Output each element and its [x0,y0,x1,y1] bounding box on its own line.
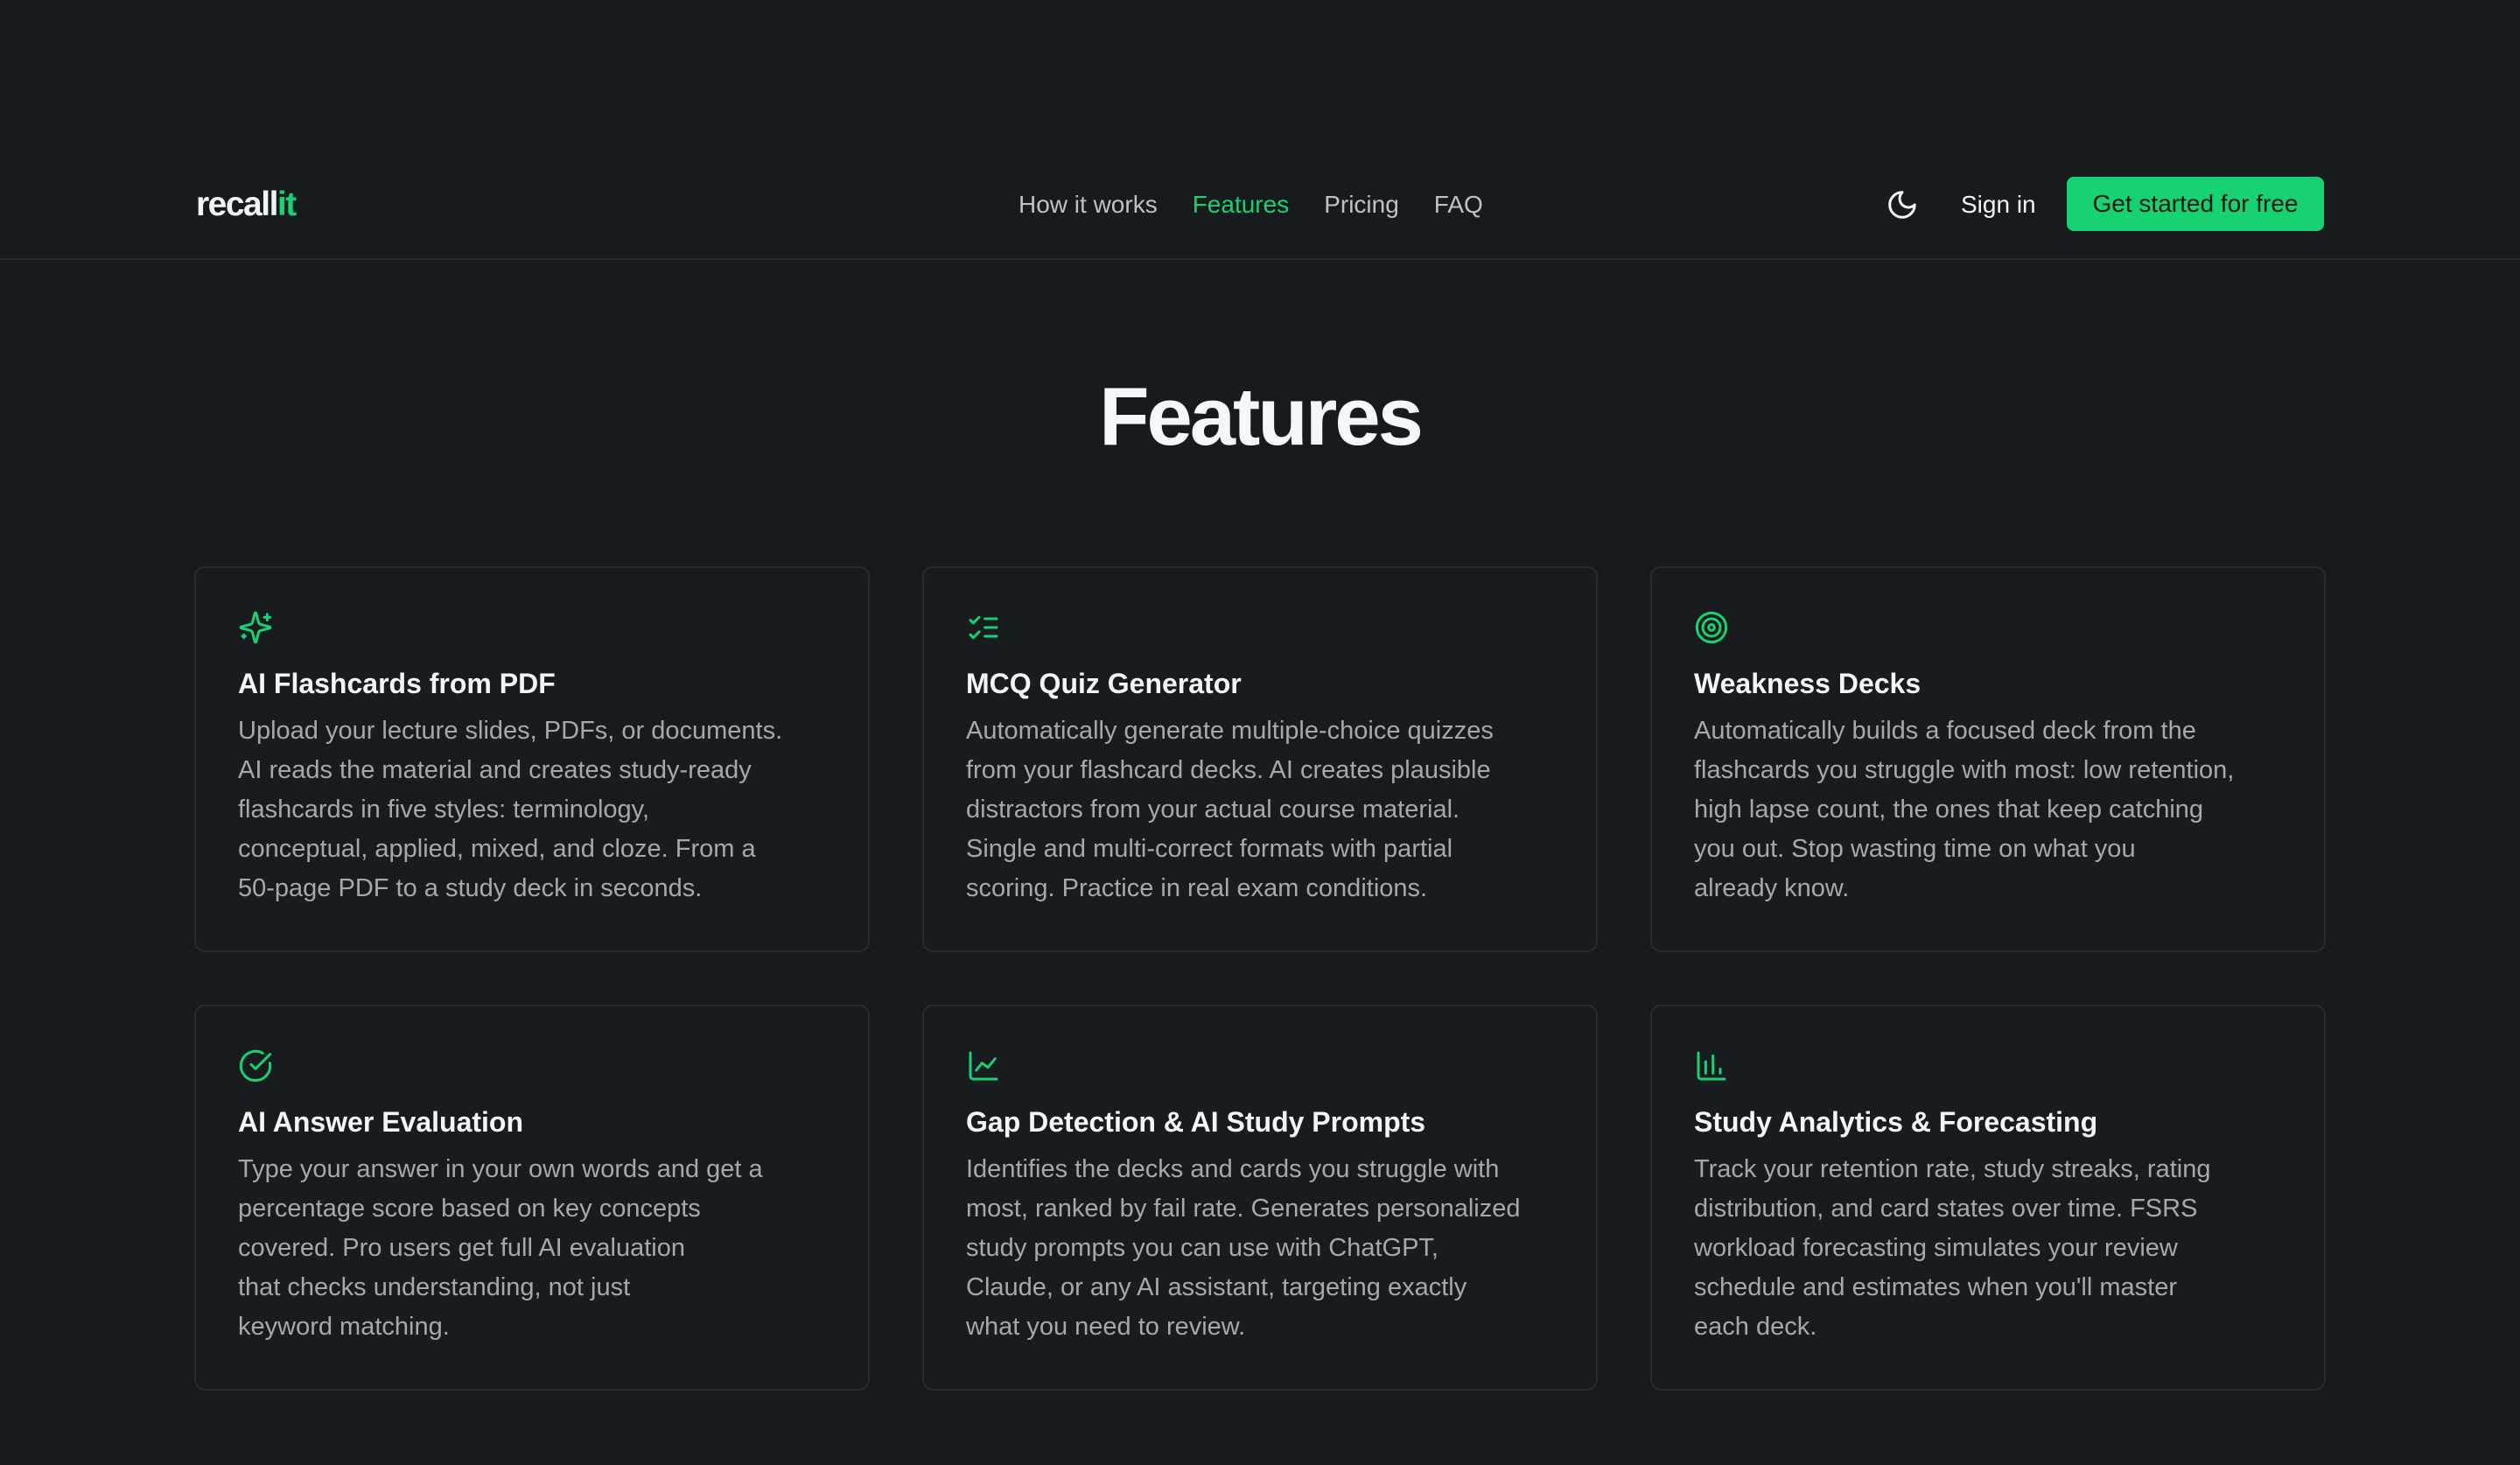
feature-card-weakness-decks: Weakness Decks Automatically builds a fo… [1650,566,2326,952]
page-title: Features [1099,370,1424,462]
brand-logo[interactable]: recallit [196,184,297,226]
nav-faq[interactable]: FAQ [1434,186,1483,224]
feature-card-ai-answer-evaluation: AI Answer Evaluation Type your answer in… [194,1005,870,1391]
feature-card-gap-detection: Gap Detection & AI Study Prompts Identif… [922,1005,1598,1391]
target-icon [1695,611,1728,644]
sparkles-icon [239,611,272,644]
feature-description: Identifies the decks and cards you strug… [966,1155,1521,1341]
brand-name-accent: it [276,186,297,223]
line-chart-icon [969,1051,998,1081]
get-started-button[interactable]: Get started for free [2067,177,2324,231]
brand-name-main: recall [196,186,278,223]
feature-title: Study Analytics & Forecasting [1694,1106,2098,1138]
feature-card-study-analytics: Study Analytics & Forecasting Track your… [1650,1005,2326,1391]
feature-description: Type your answer in your own words and g… [238,1155,763,1341]
bar-chart-icon [1697,1051,1726,1081]
features-grid: AI Flashcards from PDF Upload your lectu… [194,566,2326,1391]
moon-icon [1888,191,1916,219]
feature-card-mcq-quiz: MCQ Quiz Generator Automatically generat… [922,566,1598,952]
sign-in-link[interactable]: Sign in [1961,186,2036,224]
theme-toggle-button[interactable] [1883,186,1922,224]
feature-description: Automatically generate multiple-choice q… [966,717,1494,902]
nav-pricing[interactable]: Pricing [1324,186,1399,224]
feature-title: Gap Detection & AI Study Prompts [966,1106,1426,1138]
feature-description: Upload your lecture slides, PDFs, or doc… [238,717,783,902]
nav-features[interactable]: Features [1193,186,1290,224]
feature-title: MCQ Quiz Generator [966,668,1242,699]
main-nav: How it works Features Pricing FAQ [1018,186,1483,224]
feature-card-ai-flashcards: AI Flashcards from PDF Upload your lectu… [194,566,870,952]
checklist-icon [969,615,998,640]
nav-how-it-works[interactable]: How it works [1018,186,1158,224]
feature-title: AI Answer Evaluation [238,1106,523,1138]
feature-title: AI Flashcards from PDF [238,668,556,699]
feature-description: Automatically builds a focused deck from… [1694,717,2235,902]
check-circle-icon [239,1049,272,1083]
feature-title: Weakness Decks [1694,668,1922,699]
site-header: recallit How it works Features Pricing F… [0,0,2520,260]
feature-description: Track your retention rate, study streaks… [1694,1155,2211,1341]
